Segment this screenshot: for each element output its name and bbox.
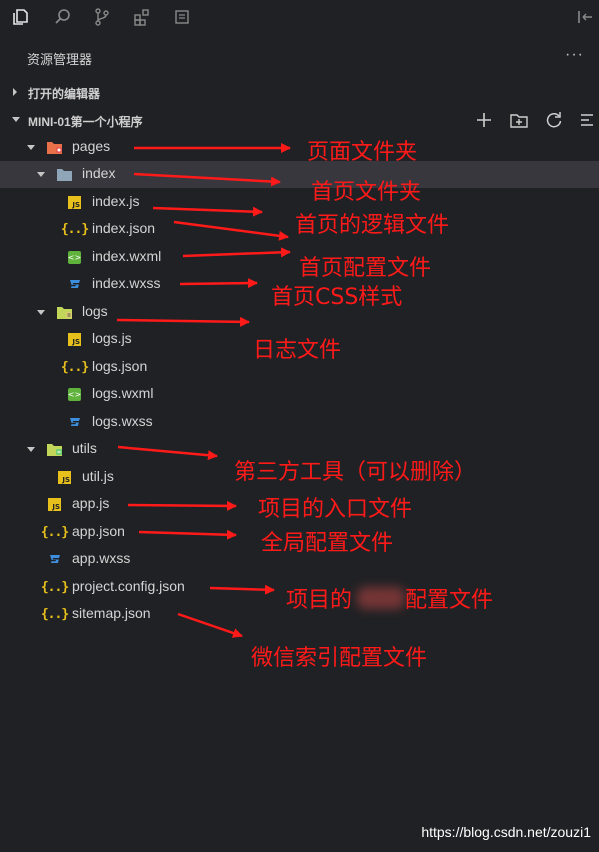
arrow-sitemap (177, 612, 243, 638)
arrow-app-json (138, 529, 237, 540)
annotation-pages: 页面文件夹 (307, 140, 418, 165)
arrow-project-config (209, 584, 275, 595)
annotation-logs: 日志文件 (253, 338, 342, 363)
arrow-app-js (127, 500, 237, 511)
arrow-index-js (152, 206, 263, 217)
annotation-sitemap: 微信索引配置文件 (251, 646, 428, 671)
redaction-blur (357, 587, 405, 609)
annotation-index-js: 首页的逻辑文件 (295, 213, 450, 238)
annotation-project-config-prefix: 项目的 (286, 588, 353, 613)
annotation-project-config-suffix: 配置文件 (405, 588, 494, 613)
arrow-index (133, 172, 281, 187)
arrow-index-json (173, 220, 289, 241)
arrow-index-wxml (182, 247, 291, 258)
annotation-app-json: 全局配置文件 (261, 531, 394, 556)
annotation-utils: 第三方工具（可以删除） (234, 460, 477, 485)
arrow-utils (117, 445, 218, 461)
arrow-index-wxss (179, 278, 258, 289)
annotation-arrows (116, 143, 291, 638)
watermark: https://blog.csdn.net/zouzi1 (421, 824, 591, 840)
annotation-app-js: 项目的入口文件 (258, 497, 413, 522)
arrow-logs (116, 316, 250, 327)
annotation-index-wxss: 首页CSS样式 (271, 285, 403, 310)
annotation-index-json: 首页配置文件 (299, 256, 432, 281)
annotation-index: 首页文件夹 (311, 180, 422, 205)
